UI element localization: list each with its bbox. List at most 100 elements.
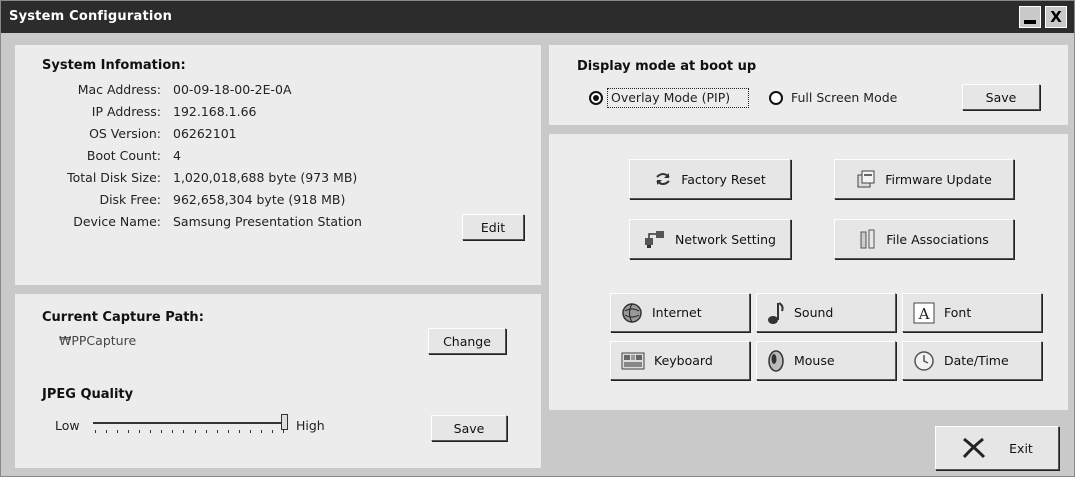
change-button-label: Change [443, 333, 491, 349]
slider-tick [238, 430, 240, 433]
display-mode-save-button[interactable]: Save [962, 84, 1040, 110]
disk-free-value: 962,658,304 byte (918 MB) [173, 192, 346, 207]
internet-button[interactable]: Internet [610, 293, 750, 332]
ip-address-label: IP Address: [91, 104, 161, 119]
network-setting-label: Network Setting [675, 231, 776, 247]
firmware-update-button[interactable]: Firmware Update [834, 159, 1014, 199]
edit-button[interactable]: Edit [462, 214, 524, 240]
slider-tick [139, 430, 141, 433]
total-disk-size-label: Total Disk Size: [67, 170, 161, 185]
slider-tick [194, 430, 196, 433]
boot-count-value: 4 [173, 148, 181, 163]
slider-tick [249, 430, 251, 433]
slider-tick [95, 430, 96, 433]
display-save-label: Save [985, 89, 1017, 105]
clock-icon [913, 350, 935, 372]
factory-reset-label: Factory Reset [681, 171, 766, 187]
system-info-heading: System Infomation: [42, 58, 186, 73]
sound-button[interactable]: Sound [756, 293, 896, 332]
network-setting-button[interactable]: Network Setting [629, 219, 791, 259]
slider-tick [216, 430, 218, 433]
keyboard-button[interactable]: Keyboard [610, 341, 750, 380]
jpeg-save-label: Save [453, 420, 485, 436]
slider-thumb[interactable] [281, 414, 288, 430]
file-associations-label: File Associations [886, 231, 989, 247]
sound-label: Sound [794, 305, 834, 320]
disk-free-label: Disk Free: [99, 192, 161, 207]
window-title: System Configuration [9, 9, 173, 24]
slider-tick [260, 430, 262, 433]
overlay-mode-label: Overlay Mode (PIP) [611, 90, 731, 105]
factory-reset-button[interactable]: Factory Reset [629, 159, 791, 199]
font-icon: A [913, 302, 935, 324]
display-mode-panel: Display mode at boot up Overlay Mode (PI… [549, 45, 1068, 125]
ip-address-value: 192.168.1.66 [173, 104, 257, 119]
mouse-label: Mouse [794, 353, 835, 368]
keyboard-label: Keyboard [654, 353, 713, 368]
os-version-label: OS Version: [89, 126, 161, 141]
date-time-button[interactable]: Date/Time [902, 341, 1042, 380]
jpeg-low-label: Low [55, 418, 80, 433]
date-time-label: Date/Time [944, 353, 1009, 368]
slider-tick [283, 430, 284, 433]
font-button[interactable]: A Font [902, 293, 1042, 332]
radio-selected-dot [593, 95, 599, 101]
overlay-mode-radio[interactable]: Overlay Mode (PIP) [589, 87, 779, 109]
device-name-value: Samsung Presentation Station [173, 214, 362, 229]
full-screen-mode-radio[interactable]: Full Screen Mode [769, 87, 929, 109]
music-note-icon [767, 301, 785, 325]
mouse-icon [767, 349, 785, 373]
overlay-radio-circle [589, 91, 603, 105]
svg-text:A: A [918, 305, 930, 323]
capture-panel: Current Capture Path: ₩PPCapture Change … [15, 294, 541, 468]
jpeg-quality-heading: JPEG Quality [42, 387, 134, 402]
internet-label: Internet [652, 305, 702, 320]
full-screen-mode-label: Full Screen Mode [791, 90, 898, 105]
slider-ticks [91, 430, 291, 436]
exit-label: Exit [1009, 440, 1033, 456]
slider-tick [150, 430, 152, 433]
mac-address-value: 00-09-18-00-2E-0A [173, 82, 292, 97]
change-path-button[interactable]: Change [428, 328, 506, 354]
system-info-panel: System Infomation: Mac Address: 00-09-18… [15, 45, 541, 285]
slider-tick [172, 430, 174, 433]
file-associations-icon [859, 228, 877, 250]
device-name-label: Device Name: [73, 214, 161, 229]
keyboard-icon [621, 351, 645, 371]
title-bar: System Configuration X [1, 1, 1074, 33]
exit-x-icon [961, 436, 987, 460]
close-button[interactable]: X [1045, 6, 1067, 28]
total-disk-size-value: 1,020,018,688 byte (973 MB) [173, 170, 358, 185]
jpeg-high-label: High [296, 418, 325, 433]
exit-button[interactable]: Exit [935, 426, 1059, 470]
refresh-arrows-icon [654, 170, 672, 188]
firmware-icon [856, 169, 876, 189]
slider-track [93, 422, 285, 424]
globe-icon [621, 302, 643, 324]
slider-tick [106, 430, 108, 433]
os-version-value: 06262101 [173, 126, 237, 141]
font-label: Font [944, 305, 972, 320]
close-icon: X [1050, 8, 1062, 26]
capture-path-value: ₩PPCapture [59, 333, 137, 348]
capture-path-heading: Current Capture Path: [42, 310, 204, 325]
slider-tick [271, 430, 273, 433]
network-icon [644, 228, 666, 250]
slider-tick [161, 430, 163, 433]
mouse-button[interactable]: Mouse [756, 341, 896, 380]
mac-address-label: Mac Address: [77, 82, 161, 97]
slider-tick [117, 430, 119, 433]
system-configuration-window: System Configuration X System Infomation… [0, 0, 1075, 477]
jpeg-save-button[interactable]: Save [431, 415, 507, 441]
firmware-update-label: Firmware Update [885, 171, 992, 187]
minimize-icon [1024, 20, 1036, 24]
boot-count-label: Boot Count: [86, 148, 161, 163]
minimize-button[interactable] [1019, 6, 1041, 28]
jpeg-quality-slider[interactable] [91, 412, 301, 442]
slider-tick [128, 430, 130, 433]
file-associations-button[interactable]: File Associations [834, 219, 1014, 259]
slider-tick [183, 430, 185, 433]
full-screen-radio-circle [769, 91, 783, 105]
slider-tick [205, 430, 207, 433]
slider-tick [227, 430, 229, 433]
